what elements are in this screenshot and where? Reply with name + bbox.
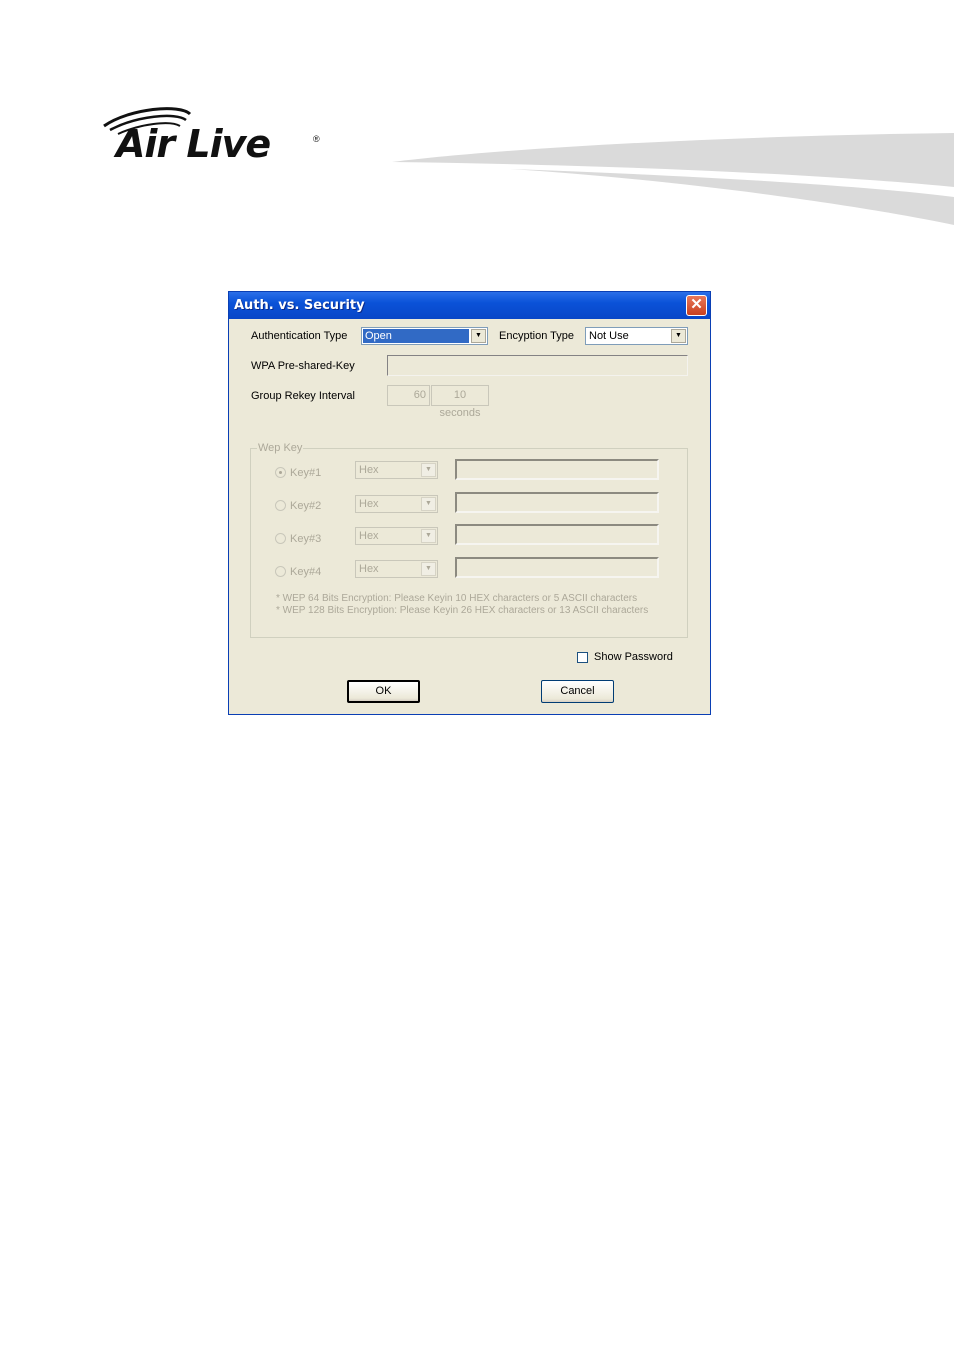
close-icon: ✕ — [690, 296, 703, 313]
key1-format-value: Hex — [359, 464, 379, 476]
key4-input[interactable] — [455, 557, 659, 578]
group-rekey-label: Group Rekey Interval — [251, 390, 355, 402]
logo-text: Air Live — [116, 122, 271, 166]
key1-radio[interactable] — [275, 467, 286, 478]
wep64-note: * WEP 64 Bits Encryption: Please Keyin 1… — [276, 593, 638, 604]
wpa-psk-input[interactable] — [387, 355, 688, 376]
chevron-down-icon[interactable]: ▼ — [421, 497, 436, 511]
dialog-body: Authentication Type Open ▼ Encyption Typ… — [232, 319, 707, 711]
encryption-type-value: Not Use — [589, 330, 629, 342]
key4-radio[interactable] — [275, 566, 286, 577]
chevron-down-icon[interactable]: ▼ — [421, 562, 436, 576]
key3-label: Key#3 — [290, 533, 322, 545]
key2-format-value: Hex — [359, 498, 379, 510]
key3-radio[interactable] — [275, 533, 286, 544]
registered-mark: ® — [313, 134, 320, 144]
rekey-unit-button[interactable]: 10 seconds — [431, 385, 489, 419]
ok-button[interactable]: OK — [347, 680, 420, 703]
key4-format-value: Hex — [359, 563, 379, 575]
key2-radio[interactable] — [275, 500, 286, 511]
key2-input[interactable] — [455, 492, 659, 513]
wpa-psk-label: WPA Pre-shared-Key — [251, 360, 355, 372]
chevron-down-icon[interactable]: ▼ — [471, 329, 486, 343]
chevron-down-icon[interactable]: ▼ — [421, 529, 436, 543]
close-button[interactable]: ✕ — [686, 295, 707, 316]
authentication-type-label: Authentication Type — [251, 330, 348, 342]
wep128-note: * WEP 128 Bits Encryption: Please Keyin … — [276, 605, 649, 616]
encryption-type-label: Encyption Type — [499, 330, 575, 342]
key4-label: Key#4 — [290, 566, 322, 578]
key2-label: Key#2 — [290, 500, 322, 512]
encryption-type-select[interactable]: Not Use ▼ — [585, 327, 688, 345]
show-password-label: Show Password — [594, 651, 673, 663]
key1-label: Key#1 — [290, 467, 322, 479]
key3-input[interactable] — [455, 524, 659, 545]
key1-input[interactable] — [455, 459, 659, 480]
chevron-down-icon[interactable]: ▼ — [671, 329, 686, 343]
group-rekey-input[interactable]: 60 — [387, 385, 430, 406]
key2-format-select[interactable]: Hex ▼ — [355, 495, 438, 513]
chevron-down-icon[interactable]: ▼ — [421, 463, 436, 477]
header-swoosh — [392, 133, 954, 225]
wep-key-group-title: Wep Key — [257, 442, 304, 454]
authentication-type-select[interactable]: Open ▼ — [361, 327, 488, 345]
title-bar[interactable]: Auth. vs. Security ✕ — [229, 292, 710, 319]
key3-format-select[interactable]: Hex ▼ — [355, 527, 438, 545]
key4-format-select[interactable]: Hex ▼ — [355, 560, 438, 578]
auth-security-dialog: Auth. vs. Security ✕ Authentication Type… — [228, 291, 711, 715]
key3-format-value: Hex — [359, 530, 379, 542]
key1-format-select[interactable]: Hex ▼ — [355, 461, 438, 479]
cancel-button[interactable]: Cancel — [541, 680, 614, 703]
wep-key-group: Wep Key Key#1 Hex ▼ Key#2 Hex ▼ Key#3 He… — [250, 442, 688, 638]
dialog-title: Auth. vs. Security — [234, 298, 365, 313]
authentication-type-value: Open — [363, 329, 469, 343]
show-password-checkbox[interactable] — [577, 652, 588, 663]
